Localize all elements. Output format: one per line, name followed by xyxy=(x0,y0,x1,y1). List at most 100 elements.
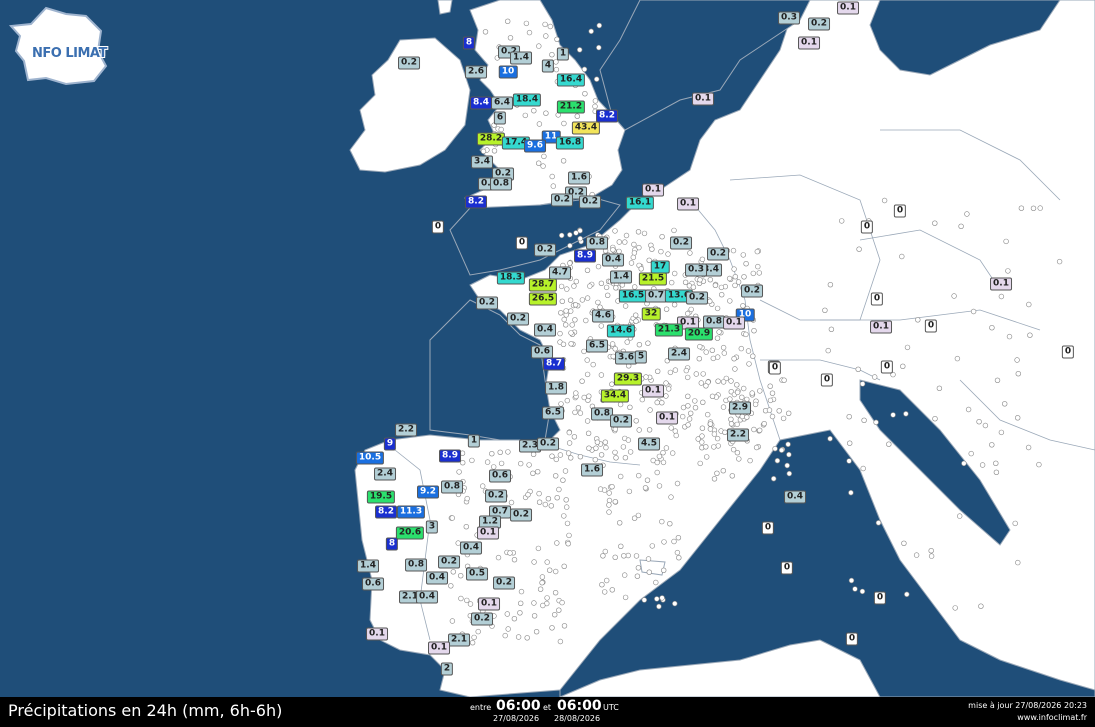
station-label[interactable]: 0.4 xyxy=(426,571,448,585)
station-label[interactable]: 2.2 xyxy=(727,428,749,442)
station-label[interactable]: 2.4 xyxy=(374,467,396,481)
station-label[interactable]: 8 xyxy=(462,36,476,50)
station-label[interactable]: 8.4 xyxy=(470,96,492,110)
station-label[interactable]: 0.2 xyxy=(485,489,507,503)
station-label[interactable]: 5 xyxy=(634,350,648,364)
station-label[interactable]: 8.2 xyxy=(375,505,397,519)
station-label[interactable]: 0.7 xyxy=(645,289,667,303)
station-label[interactable]: 0 xyxy=(1061,345,1075,359)
station-label[interactable]: 0.1 xyxy=(870,320,892,334)
station-label[interactable]: 6.5 xyxy=(586,339,608,353)
station-label[interactable]: 0.8 xyxy=(441,480,463,494)
station-label[interactable]: 1.6 xyxy=(581,463,603,477)
station-label[interactable]: 9.2 xyxy=(417,485,439,499)
station-label[interactable]: 0.1 xyxy=(477,526,499,540)
station-label[interactable]: 2.2 xyxy=(395,423,417,437)
station-label[interactable]: 32 xyxy=(641,307,661,321)
station-label[interactable]: 0.2 xyxy=(493,576,515,590)
station-label[interactable]: 8.7 xyxy=(543,357,565,371)
station-label[interactable]: 0 xyxy=(870,292,884,306)
station-label[interactable]: 0 xyxy=(431,220,445,234)
station-label[interactable]: 0.2 xyxy=(510,508,532,522)
station-label[interactable]: 0.2 xyxy=(476,296,498,310)
station-label[interactable]: 0.4 xyxy=(460,541,482,555)
station-label[interactable]: 6 xyxy=(493,111,507,125)
station-label[interactable]: 0.3 xyxy=(685,263,707,277)
station-label[interactable]: 0.1 xyxy=(798,36,820,50)
station-label[interactable]: 0.1 xyxy=(692,92,714,106)
station-label[interactable]: 34.4 xyxy=(600,389,630,403)
station-label[interactable]: 6.4 xyxy=(491,96,513,110)
station-label[interactable]: 0.8 xyxy=(405,558,427,572)
station-label[interactable]: 29.3 xyxy=(613,372,643,386)
station-label[interactable]: 0.2 xyxy=(551,193,573,207)
station-label[interactable]: 28.7 xyxy=(528,278,558,292)
station-label[interactable]: 20.6 xyxy=(395,526,425,540)
station-label[interactable]: 0.1 xyxy=(723,316,745,330)
station-label[interactable]: 0.2 xyxy=(471,612,493,626)
station-label[interactable]: 0 xyxy=(780,561,794,575)
station-label[interactable]: 18.4 xyxy=(512,93,542,107)
station-label[interactable]: 0.1 xyxy=(366,627,388,641)
station-label[interactable]: 0.1 xyxy=(642,183,664,197)
station-label[interactable]: 0.2 xyxy=(670,236,692,250)
station-label[interactable]: 0.8 xyxy=(490,177,512,191)
station-label[interactable]: 0 xyxy=(820,373,834,387)
station-label[interactable]: 43.4 xyxy=(571,121,601,135)
site-link[interactable]: www.infoclimat.fr xyxy=(1017,713,1087,722)
station-label[interactable]: 8.2 xyxy=(596,109,618,123)
station-label[interactable]: 21.2 xyxy=(556,100,586,114)
station-label[interactable]: 0.2 xyxy=(537,437,559,451)
station-label[interactable]: 21.3 xyxy=(654,323,684,337)
station-label[interactable]: 2.1 xyxy=(448,633,470,647)
station-label[interactable]: 2.9 xyxy=(729,401,751,415)
station-label[interactable]: 0.2 xyxy=(398,56,420,70)
station-label[interactable]: 8 xyxy=(385,537,399,551)
station-label[interactable]: 0.2 xyxy=(438,555,460,569)
station-label[interactable]: 3.6 xyxy=(615,351,637,365)
station-label[interactable]: 1.8 xyxy=(545,381,567,395)
station-label[interactable]: 2.6 xyxy=(465,65,487,79)
station-label[interactable]: 0.4 xyxy=(534,323,556,337)
station-label[interactable]: 14.6 xyxy=(606,324,636,338)
station-label[interactable]: 1.4 xyxy=(510,51,532,65)
station-label[interactable]: 20.9 xyxy=(684,327,714,341)
station-label[interactable]: 0.4 xyxy=(784,490,806,504)
station-label[interactable]: 0.1 xyxy=(677,197,699,211)
station-label[interactable]: 0.6 xyxy=(489,469,511,483)
station-label[interactable]: 2 xyxy=(440,662,454,676)
station-label[interactable]: 0.2 xyxy=(534,243,556,257)
station-label[interactable]: 0 xyxy=(515,236,529,250)
station-label[interactable]: 10.5 xyxy=(355,451,385,465)
station-label[interactable]: 0.5 xyxy=(466,567,488,581)
station-label[interactable]: 19.5 xyxy=(366,490,396,504)
station-label[interactable]: 0.1 xyxy=(837,1,859,15)
station-label[interactable]: 0.2 xyxy=(579,195,601,209)
station-label[interactable]: 0 xyxy=(893,204,907,218)
station-label[interactable]: 4 xyxy=(541,59,555,73)
station-label[interactable]: 0.2 xyxy=(707,247,729,261)
station-label[interactable]: 9.6 xyxy=(524,139,546,153)
station-label[interactable]: 1 xyxy=(556,47,570,61)
station-label[interactable]: 0.4 xyxy=(416,590,438,604)
station-label[interactable]: 0 xyxy=(761,521,775,535)
station-label[interactable]: 1.4 xyxy=(610,270,632,284)
station-label[interactable]: 3.4 xyxy=(471,155,493,169)
station-label[interactable]: 0.2 xyxy=(808,17,830,31)
station-label[interactable]: 11.3 xyxy=(396,505,426,519)
station-label[interactable]: 0.1 xyxy=(478,597,500,611)
station-label[interactable]: 28.2 xyxy=(476,132,506,146)
station-label[interactable]: 16.1 xyxy=(625,196,655,210)
station-label[interactable]: 0 xyxy=(845,632,859,646)
station-label[interactable]: 0.1 xyxy=(428,641,450,655)
station-label[interactable]: 0.3 xyxy=(778,11,800,25)
station-label[interactable]: 0 xyxy=(924,319,938,333)
station-label[interactable]: 0.2 xyxy=(507,312,529,326)
station-label[interactable]: 1.6 xyxy=(568,171,590,185)
station-label[interactable]: 8.2 xyxy=(465,195,487,209)
station-label[interactable]: 16.8 xyxy=(555,136,585,150)
station-label[interactable]: 8.9 xyxy=(439,449,461,463)
station-label[interactable]: 16.4 xyxy=(556,73,586,87)
station-label[interactable]: 0 xyxy=(873,591,887,605)
station-label[interactable]: 0.1 xyxy=(990,277,1012,291)
